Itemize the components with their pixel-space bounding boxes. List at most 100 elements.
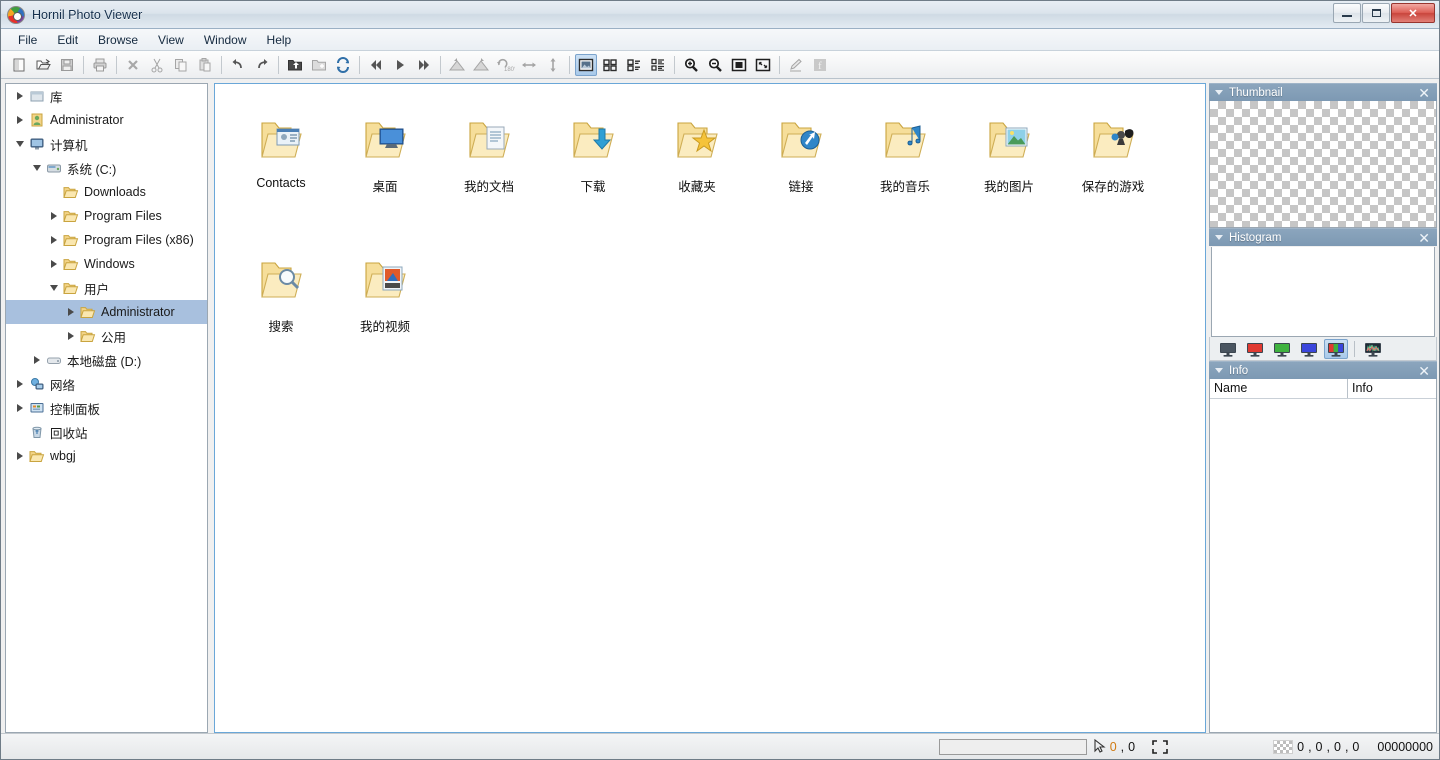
print-icon[interactable] (89, 54, 111, 76)
view-details-icon[interactable] (647, 54, 669, 76)
folder-tree-panel[interactable]: 库 Administrator 计算机 系统 (C:) Downloads Program… (5, 83, 208, 733)
content-panel[interactable]: Contacts 桌面 我的文档 下载 收藏夹 链接 我的音乐 我的图片 保存的游戏搜索 我的视频 (214, 83, 1206, 733)
new-icon[interactable] (8, 54, 30, 76)
info-table[interactable]: Name Info (1209, 379, 1437, 733)
tree-item-回收站[interactable]: 回收站 (6, 420, 207, 444)
facebook-share-icon[interactable]: f (809, 54, 831, 76)
flip-horizontal-icon[interactable] (518, 54, 540, 76)
tree-item-用户[interactable]: 用户 (6, 276, 207, 300)
chevron-right-icon[interactable] (46, 260, 62, 268)
tree-item-Downloads[interactable]: Downloads (6, 180, 207, 204)
info-column-name[interactable]: Name (1210, 379, 1348, 398)
flip-vertical-icon[interactable] (542, 54, 564, 76)
collapse-caret-icon[interactable] (1215, 90, 1223, 95)
folder-item[interactable]: 链接 (749, 102, 853, 242)
thumbnail-panel-header[interactable]: Thumbnail ✕ (1209, 83, 1437, 101)
tree-item-Administrator[interactable]: Administrator (6, 108, 207, 132)
open-folder-icon[interactable] (32, 54, 54, 76)
chevron-right-icon[interactable] (46, 236, 62, 244)
tree-item-wbgj[interactable]: wbgj (6, 444, 207, 468)
tree-item-Program Files (x86)[interactable]: Program Files (x86) (6, 228, 207, 252)
folder-item[interactable]: 收藏夹 (645, 102, 749, 242)
maximize-button[interactable] (1362, 3, 1390, 23)
rotate-180-icon[interactable]: 180° (494, 54, 516, 76)
tree-item-网络[interactable]: 网络 (6, 372, 207, 396)
collapse-caret-icon[interactable] (1215, 235, 1223, 240)
tree-item-控制面板[interactable]: 控制面板 (6, 396, 207, 420)
actual-size-icon[interactable] (728, 54, 750, 76)
new-folder-icon[interactable] (308, 54, 330, 76)
chevron-right-icon[interactable] (12, 92, 28, 100)
chevron-right-icon[interactable] (63, 332, 79, 340)
minimize-button[interactable] (1333, 3, 1361, 23)
chevron-right-icon[interactable] (12, 116, 28, 124)
status-message-field[interactable] (938, 738, 1087, 755)
chevron-right-icon[interactable] (29, 356, 45, 364)
histogram-luminance-button[interactable] (1216, 339, 1240, 359)
rotate-right-icon[interactable] (470, 54, 492, 76)
chevron-right-icon[interactable] (46, 212, 62, 220)
menu-help[interactable]: Help (258, 31, 301, 49)
menu-file[interactable]: File (9, 31, 46, 49)
chevron-down-icon[interactable] (29, 165, 45, 171)
folder-item[interactable]: 我的文档 (437, 102, 541, 242)
last-image-icon[interactable] (413, 54, 435, 76)
folder-item[interactable]: 下载 (541, 102, 645, 242)
chevron-right-icon[interactable] (12, 380, 28, 388)
file-icon-grid[interactable]: Contacts 桌面 我的文档 下载 收藏夹 链接 我的音乐 我的图片 保存的游戏搜索 我的视频 (215, 84, 1205, 732)
folder-item[interactable]: 搜索 (229, 242, 333, 382)
menu-edit[interactable]: Edit (48, 31, 87, 49)
fit-to-window-icon[interactable] (752, 54, 774, 76)
menu-browse[interactable]: Browse (89, 31, 147, 49)
zoom-in-icon[interactable] (680, 54, 702, 76)
view-list-icon[interactable] (623, 54, 645, 76)
thumbnail-preview-area[interactable] (1209, 101, 1437, 228)
folder-item[interactable]: 保存的游戏 (1061, 102, 1165, 242)
chevron-right-icon[interactable] (12, 404, 28, 412)
save-icon[interactable] (56, 54, 78, 76)
cut-icon[interactable] (146, 54, 168, 76)
copy-icon[interactable] (170, 54, 192, 76)
folder-item[interactable]: 我的图片 (957, 102, 1061, 242)
menu-view[interactable]: View (149, 31, 193, 49)
folder-item[interactable]: 我的视频 (333, 242, 437, 382)
info-panel-header[interactable]: Info ✕ (1209, 361, 1437, 379)
folder-item[interactable]: 我的音乐 (853, 102, 957, 242)
chevron-right-icon[interactable] (12, 452, 28, 460)
histogram-all-channels-button[interactable] (1361, 339, 1385, 359)
info-column-info[interactable]: Info (1348, 379, 1436, 398)
first-image-icon[interactable] (365, 54, 387, 76)
rotate-left-icon[interactable] (446, 54, 468, 76)
histogram-panel-header[interactable]: Histogram ✕ (1209, 228, 1437, 246)
tree-item-Administrator[interactable]: Administrator (6, 300, 207, 324)
delete-icon[interactable] (122, 54, 144, 76)
chevron-down-icon[interactable] (12, 141, 28, 147)
parent-folder-icon[interactable] (284, 54, 306, 76)
histogram-green-button[interactable] (1270, 339, 1294, 359)
edit-image-icon[interactable] (785, 54, 807, 76)
refresh-icon[interactable] (332, 54, 354, 76)
redo-icon[interactable] (251, 54, 273, 76)
tree-item-Program Files[interactable]: Program Files (6, 204, 207, 228)
close-button[interactable]: ✕ (1391, 3, 1435, 23)
tree-item-系统 (C:)[interactable]: 系统 (C:) (6, 156, 207, 180)
undo-icon[interactable] (227, 54, 249, 76)
next-image-icon[interactable] (389, 54, 411, 76)
fit-screen-icon[interactable] (1151, 739, 1169, 755)
histogram-red-button[interactable] (1243, 339, 1267, 359)
folder-item[interactable]: 桌面 (333, 102, 437, 242)
menu-window[interactable]: Window (195, 31, 256, 49)
chevron-down-icon[interactable] (46, 285, 62, 291)
collapse-caret-icon[interactable] (1215, 368, 1223, 373)
tree-item-公用[interactable]: 公用 (6, 324, 207, 348)
zoom-out-icon[interactable] (704, 54, 726, 76)
tree-item-计算机[interactable]: 计算机 (6, 132, 207, 156)
folder-item[interactable]: Contacts (229, 102, 333, 242)
thumbnail-close-icon[interactable]: ✕ (1415, 86, 1433, 100)
view-tiles-icon[interactable] (599, 54, 621, 76)
view-thumbnail-icon[interactable] (575, 53, 597, 76)
histogram-rgb-button[interactable] (1324, 338, 1348, 359)
chevron-right-icon[interactable] (63, 308, 79, 316)
tree-item-库[interactable]: 库 (6, 84, 207, 108)
info-close-icon[interactable]: ✕ (1415, 364, 1433, 378)
